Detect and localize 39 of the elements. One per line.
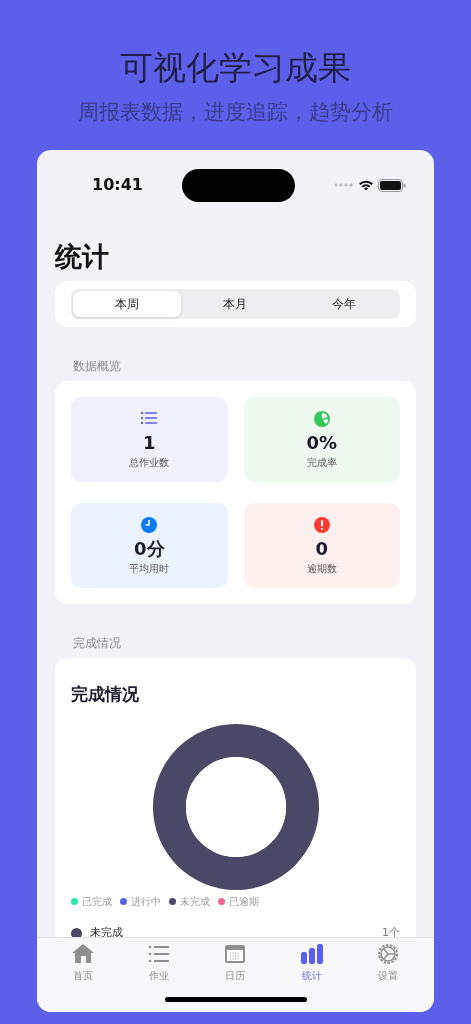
stat-value: 0	[315, 537, 328, 560]
status-count: 1个	[382, 924, 400, 937]
section-label: 数据概览	[73, 358, 122, 376]
headline: 可视化学习成果	[119, 48, 352, 88]
period-tab[interactable]: 今年	[289, 291, 398, 318]
tab-bar-item[interactable]: 统计	[281, 938, 342, 983]
signal-icon	[334, 183, 354, 187]
pie-chart-icon	[312, 409, 331, 428]
tab-bar-item[interactable]: 日历	[205, 938, 266, 983]
calendar-icon	[223, 942, 248, 966]
battery-icon	[378, 178, 406, 192]
stat-label: 总作业数	[129, 456, 170, 471]
legend-label: 未完成	[180, 894, 210, 909]
section-label: 完成情况	[73, 635, 122, 653]
status-label: 未完成	[90, 924, 123, 937]
tab-bar-item[interactable]: 作业	[129, 938, 190, 983]
stat-label: 完成率	[306, 456, 337, 471]
stat-value: 1	[143, 431, 156, 454]
legend-label: 已完成	[82, 894, 112, 909]
wifi-icon	[358, 179, 374, 191]
subheadline: 周报表数据，进度追踪，趋势分析	[77, 99, 394, 125]
period-tab[interactable]: 本周	[73, 291, 182, 318]
status-time: 10:41	[92, 174, 143, 196]
period-tab[interactable]: 本月	[181, 291, 290, 318]
alert-icon	[312, 515, 331, 534]
tab-bar-item[interactable]: 设置	[357, 938, 418, 983]
clock-icon	[140, 515, 159, 534]
home-icon	[71, 942, 96, 966]
page-title: 统计	[55, 241, 110, 274]
stat-value: 0%	[306, 431, 338, 454]
bar-chart-icon	[299, 942, 324, 966]
legend-label: 已逾期	[229, 894, 259, 909]
settings-icon	[375, 942, 400, 966]
tab-bar-item[interactable]: 首页	[53, 938, 114, 983]
card-title: 完成情况	[71, 683, 140, 707]
stat-label: 平均用时	[129, 562, 170, 577]
stat-label: 逾期数	[306, 562, 337, 577]
stat-value: 0分	[134, 537, 165, 560]
legend-label: 进行中	[131, 894, 161, 909]
